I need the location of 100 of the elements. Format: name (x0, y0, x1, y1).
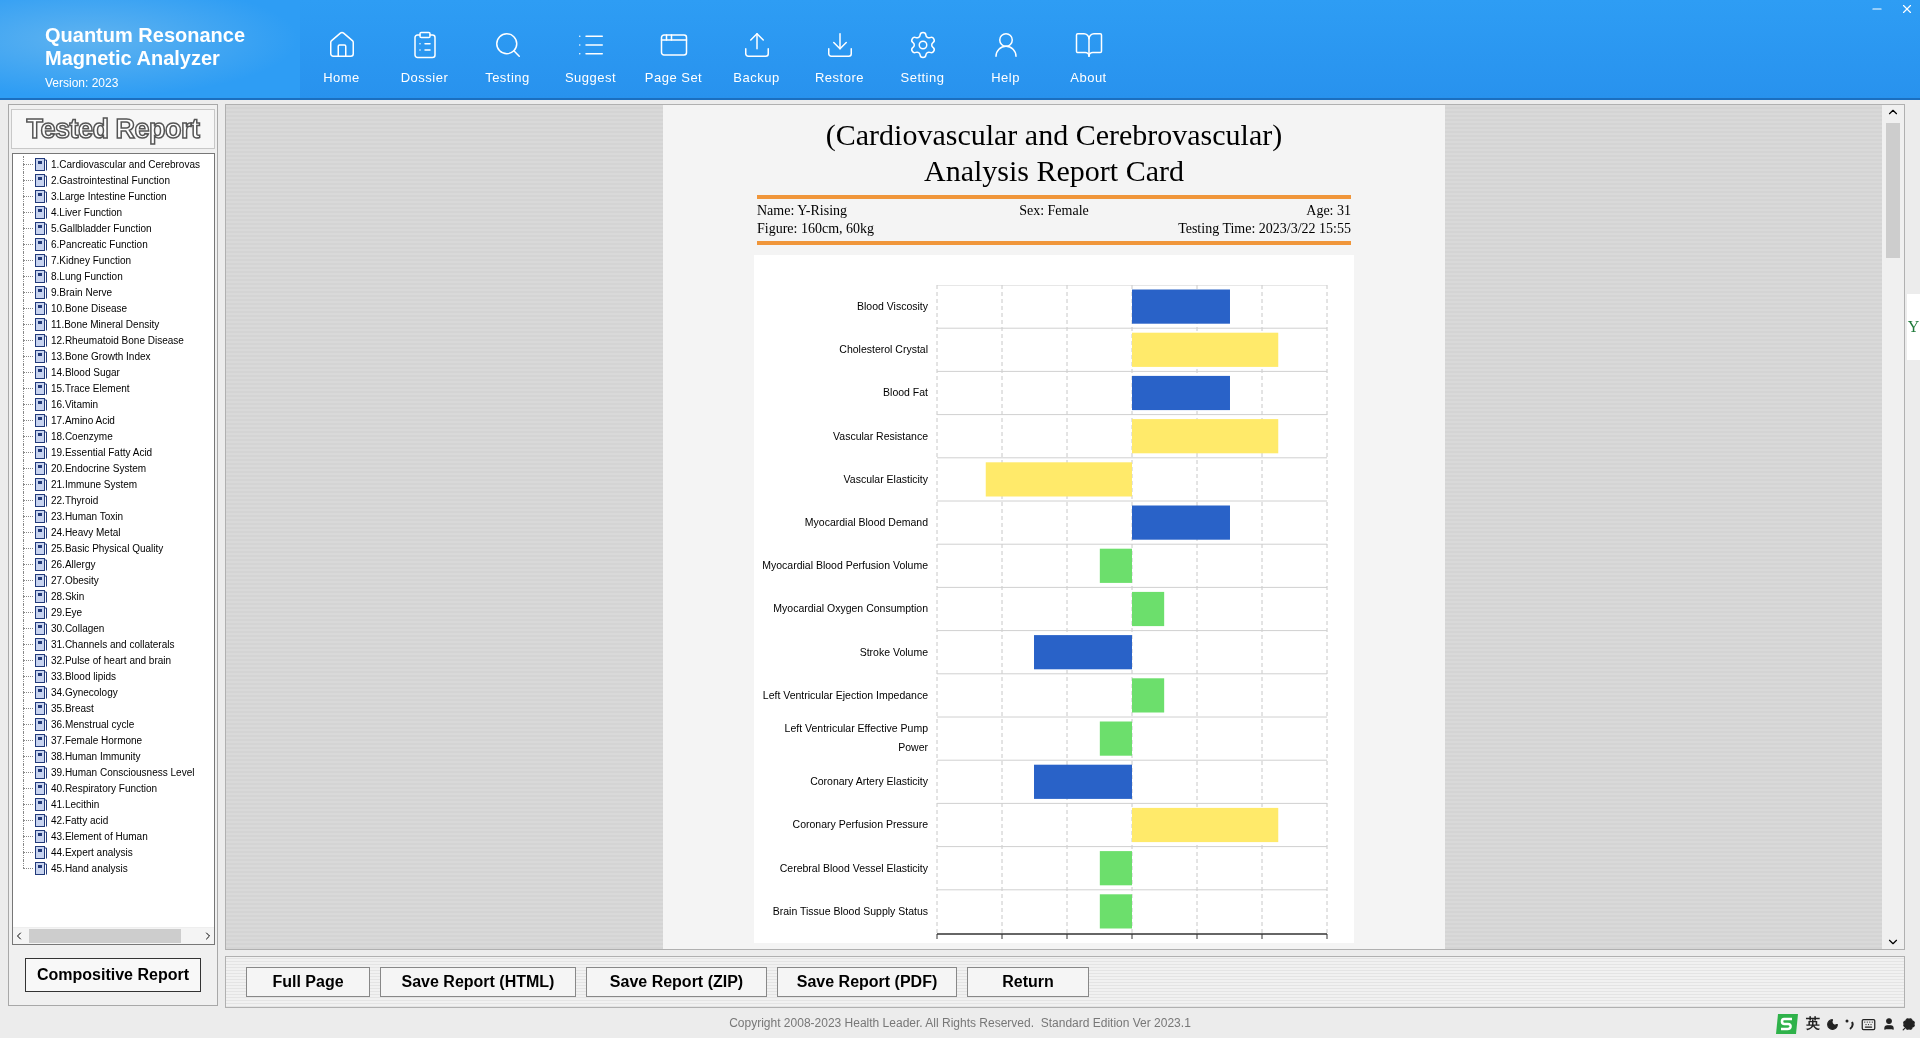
keyboard-icon[interactable] (1861, 1016, 1876, 1032)
patient-age: Age: 31 (1305, 203, 1351, 219)
tree-item[interactable]: 40.Respiratory Function (51, 782, 158, 794)
chart-bar (1099, 894, 1132, 929)
moon-icon[interactable] (1826, 1017, 1839, 1031)
tree-item[interactable]: 27.Obesity (51, 574, 99, 586)
tree-item[interactable]: 26.Allergy (51, 558, 96, 570)
document-icon (35, 445, 47, 459)
chart-label: Stroke Volume (858, 644, 929, 660)
tree-item[interactable]: 16.Vitamin (51, 398, 99, 410)
tree-item[interactable]: 21.Immune System (51, 478, 138, 490)
tree-item[interactable]: 11.Bone Mineral Density (51, 318, 160, 330)
document-icon (35, 237, 47, 251)
document-icon (35, 493, 47, 507)
tree-item[interactable]: 20.Endocrine System (51, 462, 147, 474)
chart-label: Myocardial Oxygen Consumption (772, 601, 929, 617)
tree-item[interactable]: 45.Hand analysis (51, 862, 128, 874)
tree-item[interactable]: 42.Fatty acid (51, 814, 109, 826)
action-button[interactable]: Save Report (ZIP) (586, 967, 767, 998)
tree-item[interactable]: 1.Cardiovascular and Cerebrovas (51, 158, 200, 170)
report-title: Analysis Report Card (924, 153, 1184, 189)
document-icon (35, 701, 47, 715)
tree-item[interactable]: 9.Brain Nerve (51, 286, 113, 298)
horizontal-scrollbar[interactable] (13, 927, 214, 944)
tree-item[interactable]: 28.Skin (51, 590, 85, 602)
chart-label: Myocardial Blood Demand (803, 515, 929, 531)
tree-item[interactable]: 17.Amino Acid (51, 414, 115, 426)
tree-item[interactable]: 38.Human Immunity (51, 750, 141, 762)
document-icon (35, 845, 47, 859)
clover-icon[interactable] (1902, 1017, 1916, 1031)
ime-language[interactable]: 英 (1806, 1015, 1820, 1033)
tree-item[interactable]: 43.Element of Human (51, 830, 148, 842)
tree-item[interactable]: 7.Kidney Function (51, 254, 132, 266)
scroll-thumb[interactable] (29, 929, 181, 943)
tree-item[interactable]: 22.Thyroid (51, 494, 99, 506)
book-icon (1073, 30, 1104, 60)
action-button[interactable]: Save Report (HTML) (380, 967, 576, 998)
document-icon (35, 285, 47, 299)
chart-label: Vascular Resistance (832, 428, 929, 444)
tree-item[interactable]: 2.Gastrointestinal Function (51, 174, 170, 186)
tree-item[interactable]: 13.Bone Growth Index (51, 350, 151, 362)
tree-item[interactable]: 29.Eye (51, 606, 83, 618)
chart-label: Coronary Artery Elasticity (809, 774, 929, 790)
tree-item[interactable]: 34.Gynecology (51, 686, 118, 698)
document-icon (35, 685, 47, 699)
copyright-text: Copyright 2008-2023 Health Leader. All Rights Reserved. Standard Edition Ver 2023.1 (729, 1016, 1191, 1030)
tree-item[interactable]: 6.Pancreatic Function (51, 238, 148, 250)
tree-item[interactable]: 18.Coenzyme (51, 430, 113, 442)
tree-item[interactable]: 41.Lecithin (51, 798, 100, 810)
tree-item[interactable]: 36.Menstrual cycle (51, 718, 135, 730)
close-icon[interactable] (1900, 2, 1914, 16)
tree-item[interactable]: 3.Large Intestine Function (51, 190, 167, 202)
tree-item[interactable]: 15.Trace Element (51, 382, 130, 394)
tree-item[interactable]: 14.Blood Sugar (51, 366, 120, 378)
document-icon (35, 157, 47, 171)
chart-bar (1099, 548, 1132, 583)
patient-sex: Sex: Female (1018, 203, 1090, 219)
punctuation-icon[interactable] (1845, 1018, 1855, 1030)
document-icon (35, 765, 47, 779)
tree-item[interactable]: 4.Liver Function (51, 206, 123, 218)
document-icon (35, 781, 47, 795)
tree-item[interactable]: 25.Basic Physical Quality (51, 542, 164, 554)
document-icon (35, 413, 47, 427)
tree-item[interactable]: 35.Breast (51, 702, 94, 714)
tree-item[interactable]: 32.Pulse of heart and brain (51, 654, 172, 666)
tree-item[interactable]: 8.Lung Function (51, 270, 123, 282)
document-icon (35, 429, 47, 443)
vertical-scrollbar[interactable] (1882, 105, 1904, 950)
scroll-thumb[interactable] (1886, 123, 1900, 258)
tree-item[interactable]: 39.Human Consciousness Level (51, 766, 195, 778)
app-version: Version: 2023 (45, 76, 120, 90)
tree-item[interactable]: 31.Channels and collaterals (51, 638, 175, 650)
ime-logo-icon (1774, 1012, 1800, 1036)
action-button[interactable]: Return (967, 967, 1089, 998)
side-tab[interactable]: Y (1907, 294, 1920, 360)
action-button[interactable]: Save Report (PDF) (777, 967, 957, 998)
document-icon (35, 669, 47, 683)
app-title: Magnetic Analyzer (45, 47, 221, 70)
document-icon (35, 653, 47, 667)
tree-item[interactable]: 19.Essential Fatty Acid (51, 446, 153, 458)
tree-item[interactable]: 23.Human Toxin (51, 510, 124, 522)
tree-item[interactable]: 37.Female Hormone (51, 734, 143, 746)
tree-item[interactable]: 33.Blood lipids (51, 670, 117, 682)
document-icon (35, 621, 47, 635)
action-button[interactable]: Full Page (246, 967, 370, 998)
app-title: Quantum Resonance (45, 24, 247, 47)
tree-item[interactable]: 30.Collagen (51, 622, 105, 634)
chart-label: Brain Tissue Blood Supply Status (771, 903, 929, 919)
tree-item[interactable]: 10.Bone Disease (51, 302, 128, 314)
tree-item[interactable]: 5.Gallbladder Function (51, 222, 152, 234)
chart-label: Blood Viscosity (856, 299, 929, 315)
tree-item[interactable]: 24.Heavy Metal (51, 526, 121, 538)
document-icon (35, 365, 47, 379)
document-icon (35, 189, 47, 203)
tree-item[interactable]: 44.Expert analysis (51, 846, 133, 858)
compositive-report-button[interactable]: Compositive Report (25, 958, 201, 992)
tree-item[interactable]: 12.Rheumatoid Bone Disease (51, 334, 184, 346)
document-icon (35, 349, 47, 363)
user-icon[interactable] (1882, 1017, 1896, 1031)
chart-label: Blood Fat (882, 385, 929, 401)
